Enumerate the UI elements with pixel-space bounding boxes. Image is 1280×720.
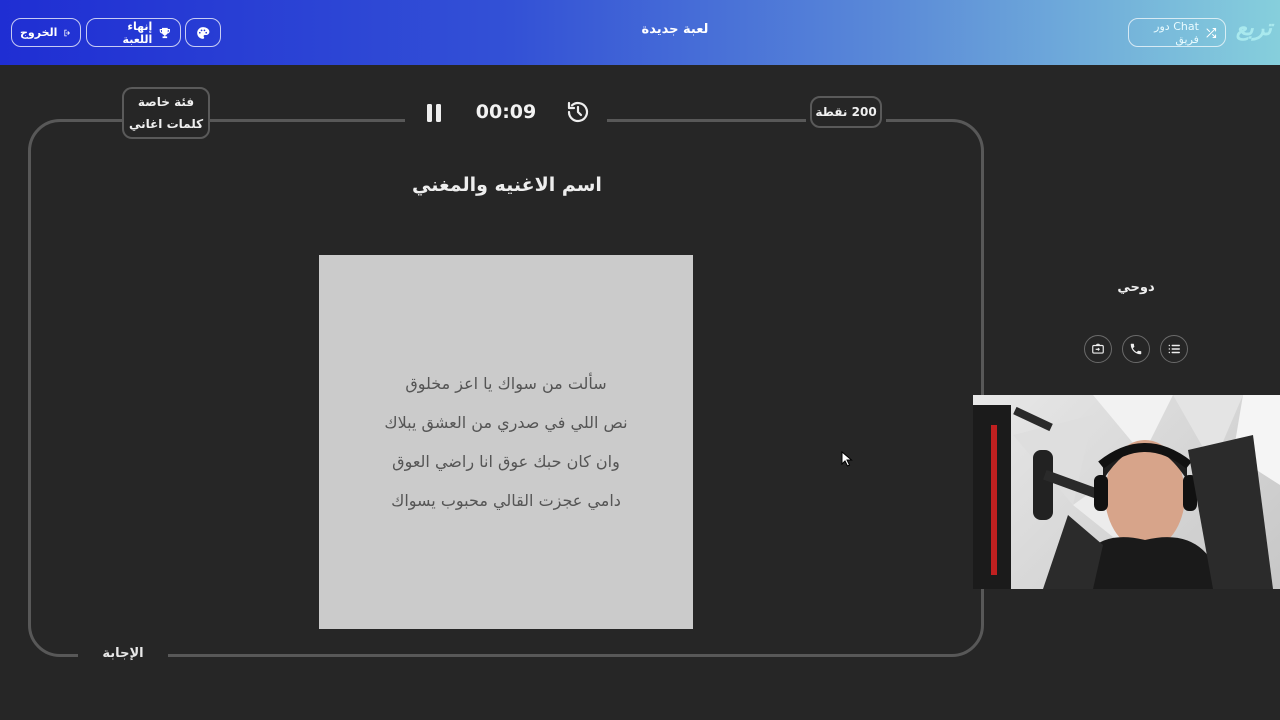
call-button[interactable]: [1122, 335, 1150, 363]
page-title: لعبة جديدة: [641, 22, 709, 37]
lyric-line: سألت من سواك يا اعز مخلوق: [405, 374, 607, 393]
list-button[interactable]: [1160, 335, 1188, 363]
answer-button[interactable]: الإجابة: [78, 646, 168, 666]
camera-swap-icon: [1092, 343, 1104, 354]
shuffle-icon: [1206, 27, 1216, 38]
lyrics-card: سألت من سواك يا اعز مخلوق نص اللي في صدر…: [319, 255, 693, 629]
chat-button-label: Chat دور فريق: [1154, 19, 1199, 46]
countdown-timer: 00:09: [475, 101, 537, 123]
settings-button[interactable]: [185, 18, 221, 47]
lyric-line: وان كان حبك عوق انا راضي العوق: [392, 452, 620, 471]
logout-icon: [64, 29, 71, 36]
app-logo: تربع: [1235, 16, 1273, 41]
pause-icon[interactable]: [423, 102, 445, 124]
player-name: دوحي: [1117, 280, 1155, 295]
exit-button[interactable]: الخروج: [11, 18, 81, 47]
webcam-person-image: [973, 395, 1280, 589]
category-name: كلمات اغاني: [128, 117, 204, 131]
palette-icon: [197, 26, 210, 39]
lyric-line: نص اللي في صدري من العشق يبلاك: [384, 413, 628, 432]
end-game-label: إنهاء اللعبة: [122, 19, 153, 46]
end-game-button[interactable]: إنهاء اللعبة: [86, 18, 181, 47]
swap-camera-button[interactable]: [1084, 335, 1112, 363]
chat-team-turn-button[interactable]: Chat دور فريق: [1128, 18, 1226, 47]
top-header: تربع Chat دور فريق لعبة جديدة إنهاء اللع…: [0, 0, 1280, 65]
list-icon: [1168, 344, 1180, 354]
lyric-line: دامي عجزت القالي محبوب يسواك: [391, 491, 621, 510]
exit-label: الخروج: [20, 26, 58, 39]
phone-icon: [1130, 343, 1142, 355]
category-type: فئة خاصة: [137, 95, 195, 109]
reset-timer-icon[interactable]: [566, 100, 590, 124]
question-text: اسم الاغنيه والمغني: [412, 174, 602, 196]
points-badge: 200 نقطة: [810, 96, 882, 128]
webcam-feed: [973, 395, 1280, 589]
category-badge: فئة خاصة كلمات اغاني: [122, 87, 210, 139]
trophy-icon: [160, 27, 171, 38]
mouse-cursor-icon: [841, 451, 853, 467]
